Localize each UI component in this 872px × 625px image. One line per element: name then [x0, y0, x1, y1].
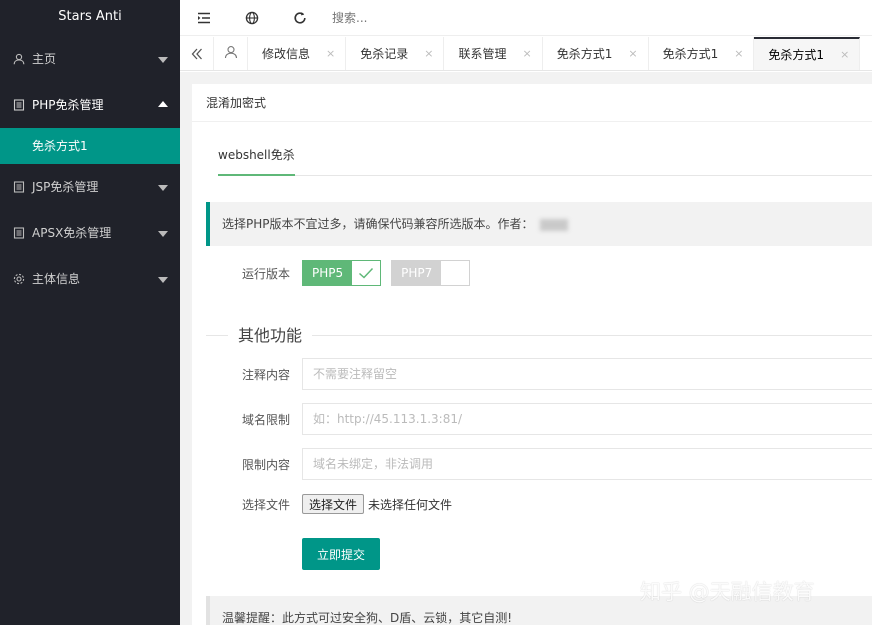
php7-checkbox[interactable]: PHP7 [391, 260, 471, 286]
version-row: 运行版本 PHP5 PHP7 [206, 260, 872, 286]
unchecked-box [441, 261, 470, 285]
close-icon[interactable]: × [326, 47, 335, 60]
document-icon [12, 180, 26, 194]
sidebar-item-php[interactable]: PHP免杀管理 [0, 82, 180, 128]
tab-records[interactable]: 免杀记录 × [346, 37, 445, 70]
file-row: 选择文件 选择文件 未选择任何文件 [206, 494, 872, 514]
domain-row: 域名限制 [206, 403, 872, 435]
comment-input[interactable] [302, 358, 872, 390]
file-status: 未选择任何文件 [368, 497, 453, 512]
search-input[interactable] [332, 3, 532, 32]
tab-webshell[interactable]: webshell免杀 [218, 136, 295, 176]
notice-text: 选择PHP版本不宜过多，请确保代码兼容所选版本。作者： [222, 217, 534, 231]
php5-checkbox[interactable]: PHP5 [302, 260, 382, 286]
sidebar-item-apsx[interactable]: APSX免杀管理 [0, 210, 180, 256]
choose-file-button[interactable]: 选择文件 [302, 494, 365, 514]
chevron-down-icon [158, 185, 168, 191]
double-left-arrow-icon[interactable] [180, 37, 214, 70]
close-icon[interactable]: × [628, 47, 637, 60]
home-tab[interactable] [214, 37, 248, 70]
tab-label: 免杀记录 [360, 47, 409, 61]
chevron-down-icon [158, 57, 168, 63]
app-window: Stars Anti 主页 PHP免杀管理 免杀方式1 JSP免杀管理 APSX… [0, 0, 872, 625]
sidebar-item-subject-info[interactable]: 主体信息 [0, 256, 180, 302]
restrict-input[interactable] [302, 448, 872, 480]
sidebar-item-jsp[interactable]: JSP免杀管理 [0, 164, 180, 210]
php-submenu: 免杀方式1 [0, 128, 180, 164]
comment-label: 注释内容 [241, 367, 290, 382]
tab-method1-a[interactable]: 免杀方式1 × [543, 37, 649, 70]
document-icon [12, 226, 26, 240]
php7-label: PHP7 [392, 261, 442, 285]
top-toolbar [180, 0, 872, 36]
section-title: 其他功能 [228, 322, 313, 346]
form-card: 混淆加密式 webshell免杀 选择PHP版本不宜过多，请确保代码兼容所选版本… [192, 84, 872, 625]
sidebar-item-label: PHP免杀管理 [32, 98, 104, 112]
user-icon [224, 45, 238, 62]
close-icon[interactable]: × [734, 47, 743, 60]
restrict-row: 限制内容 [206, 448, 872, 480]
tab-method1-active[interactable]: 免杀方式1 × [754, 37, 861, 70]
watermark: 知乎 @天融信教育 [640, 580, 815, 604]
tab-label: 免杀方式1 [662, 47, 719, 61]
file-label: 选择文件 [241, 497, 290, 512]
submit-button[interactable]: 立即提交 [302, 538, 381, 570]
sidebar-item-label: JSP免杀管理 [32, 180, 99, 194]
sidebar: Stars Anti 主页 PHP免杀管理 免杀方式1 JSP免杀管理 APSX… [0, 0, 180, 625]
tab-contact[interactable]: 联系管理 × [444, 37, 543, 70]
close-icon[interactable]: × [840, 48, 849, 61]
tab-label: 联系管理 [458, 47, 507, 61]
tab-edit-info[interactable]: 修改信息 × [248, 37, 347, 70]
sub-tab-bar: webshell免杀 [218, 136, 872, 176]
comment-row: 注释内容 [206, 358, 872, 390]
tab-label: 免杀方式1 [556, 47, 613, 61]
chevron-up-icon [158, 101, 168, 107]
collapse-menu-icon[interactable] [180, 0, 228, 36]
document-icon [12, 98, 26, 112]
chevron-down-icon [158, 231, 168, 237]
tab-method1-b[interactable]: 免杀方式1 × [649, 37, 755, 70]
app-logo: Stars Anti [0, 0, 180, 36]
restrict-label: 限制内容 [241, 457, 290, 472]
domain-label: 域名限制 [241, 412, 290, 427]
close-icon[interactable]: × [522, 47, 531, 60]
version-label: 运行版本 [241, 266, 290, 281]
refresh-icon[interactable] [276, 0, 324, 36]
tab-label: 修改信息 [262, 47, 311, 61]
notice-banner: 选择PHP版本不宜过多，请确保代码兼容所选版本。作者： [206, 202, 872, 246]
close-icon[interactable]: × [424, 47, 433, 60]
php5-label: PHP5 [303, 261, 353, 285]
checkmark-icon [352, 261, 381, 285]
main-content: 混淆加密式 webshell免杀 选择PHP版本不宜过多，请确保代码兼容所选版本… [180, 72, 872, 625]
tab-bar: 修改信息 × 免杀记录 × 联系管理 × 免杀方式1 × 免杀方式1 × 免杀方… [180, 37, 872, 71]
sidebar-subitem-method1[interactable]: 免杀方式1 [0, 128, 180, 164]
card-title: 混淆加密式 [192, 84, 872, 122]
gear-icon [12, 272, 26, 286]
chevron-down-icon [158, 277, 168, 283]
globe-icon[interactable] [228, 0, 276, 36]
submit-row: 立即提交 [206, 538, 872, 570]
sidebar-item-label: 主体信息 [32, 272, 81, 286]
sidebar-item-home[interactable]: 主页 [0, 36, 180, 82]
author-redacted [539, 218, 568, 231]
sidebar-item-label: 主页 [32, 52, 57, 66]
domain-input[interactable] [302, 403, 872, 435]
tab-label: 免杀方式1 [768, 48, 825, 62]
user-icon [12, 52, 26, 66]
sidebar-item-label: APSX免杀管理 [32, 226, 112, 240]
other-features-section: 其他功能 [206, 320, 872, 350]
